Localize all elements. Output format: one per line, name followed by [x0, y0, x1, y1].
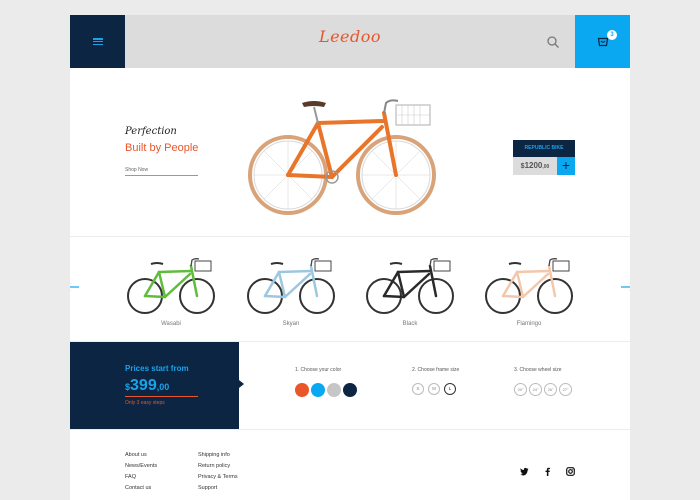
add-to-cart-button[interactable]: + — [557, 157, 575, 175]
bike-name: Wasabi — [161, 321, 181, 327]
footer: About us News/Events FAQ Contact us Ship… — [70, 430, 630, 500]
arrow-right-icon[interactable] — [620, 282, 630, 292]
configurator: Prices start from $399,00 Only 3 easy st… — [70, 342, 630, 429]
hamburger-menu-icon — [92, 38, 103, 45]
bike-item-skyan[interactable]: Skyan — [245, 254, 337, 327]
hero-script-title: Perfection — [125, 126, 177, 137]
product-price: $1200,00 — [513, 157, 557, 175]
footer-link-contact[interactable]: Contact us — [125, 485, 151, 491]
bike-item-wasabi[interactable]: Wasabi — [125, 254, 217, 327]
menu-button[interactable] — [70, 15, 125, 68]
frame-size-m[interactable]: M — [428, 383, 440, 395]
footer-link-support[interactable]: Support — [198, 485, 217, 491]
bike-item-black[interactable]: Black — [364, 254, 456, 327]
bike-carousel: Wasabi Skyan Black Flamingo — [70, 237, 630, 341]
footer-link-about[interactable]: About us — [125, 452, 147, 458]
instagram-icon[interactable] — [566, 467, 575, 476]
hero-title: Built by People — [125, 142, 199, 154]
wheel-size-20[interactable]: 20" — [514, 383, 527, 396]
wheel-size-26[interactable]: 26" — [544, 383, 557, 396]
bike-thumbnail — [247, 258, 335, 314]
bike-thumbnail — [366, 258, 454, 314]
header: Leedoo 3 — [70, 15, 630, 68]
promo-note: Only 3 easy steps — [125, 400, 165, 406]
wheel-size-27[interactable]: 27" — [559, 383, 572, 396]
page: Leedoo 3 Perfection Built by People Shop… — [70, 15, 630, 500]
product-price-card: REPUBLIC BIKE $1200,00 + — [513, 140, 575, 175]
bike-thumbnail — [485, 258, 573, 314]
frame-size-label: 2. Choose frame size — [412, 367, 460, 373]
promo-underline — [125, 396, 198, 397]
cart-count-badge: 3 — [607, 30, 617, 40]
color-label: 1. Choose your color — [295, 367, 342, 373]
frame-size-s[interactable]: S — [412, 383, 424, 395]
bike-thumbnail — [127, 258, 215, 314]
wheel-size-24[interactable]: 24" — [529, 383, 542, 396]
promo-price: $399,00 — [125, 377, 170, 394]
hero: Perfection Built by People Shop Now REPU… — [70, 68, 630, 236]
hero-bike-image — [248, 99, 436, 215]
price-promo-panel: Prices start from $399,00 Only 3 easy st… — [70, 342, 239, 429]
footer-link-returns[interactable]: Return policy — [198, 463, 230, 469]
footer-link-privacy[interactable]: Privacy & Terms — [198, 474, 238, 480]
color-swatch-grey[interactable] — [327, 383, 341, 397]
frame-size-l[interactable]: L — [444, 383, 456, 395]
wheel-size-label: 3. Choose wheel size — [514, 367, 562, 373]
bike-item-flamingo[interactable]: Flamingo — [483, 254, 575, 327]
cart-button[interactable]: 3 — [575, 15, 630, 68]
color-swatch-navy[interactable] — [343, 383, 357, 397]
bike-name: Flamingo — [516, 321, 542, 327]
product-name: REPUBLIC BIKE — [513, 140, 575, 157]
arrow-left-icon[interactable] — [70, 282, 80, 292]
twitter-icon[interactable] — [520, 467, 529, 476]
color-swatch-blue[interactable] — [311, 383, 325, 397]
logo[interactable]: Leedoo — [300, 27, 400, 46]
footer-link-news[interactable]: News/Events — [125, 463, 157, 469]
promo-title: Prices start from — [125, 364, 189, 373]
footer-link-faq[interactable]: FAQ — [125, 474, 136, 480]
bike-name: Black — [402, 321, 418, 327]
search-icon[interactable] — [546, 35, 560, 49]
promo-notch — [239, 380, 244, 388]
footer-link-shipping[interactable]: Shipping info — [198, 452, 230, 458]
shop-now-link[interactable]: Shop Now — [125, 167, 198, 176]
bike-name: Skyan — [282, 321, 300, 327]
color-swatch-orange[interactable] — [295, 383, 309, 397]
facebook-icon[interactable] — [543, 467, 552, 476]
